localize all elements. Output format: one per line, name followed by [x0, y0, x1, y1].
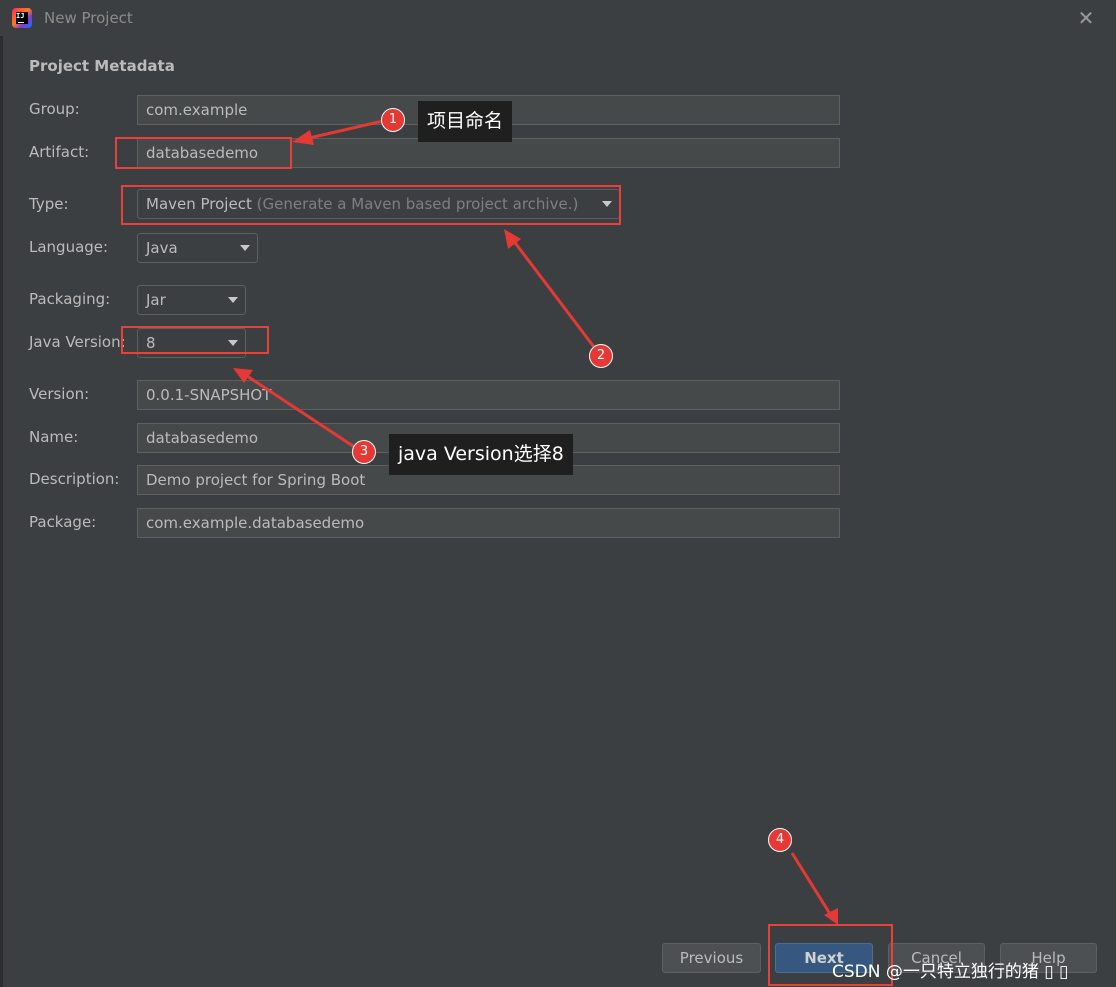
java-version-dropdown[interactable]: 8: [137, 328, 246, 358]
group-label: Group:: [29, 100, 80, 118]
section-title: Project Metadata: [29, 57, 175, 75]
callout-project-name: 项目命名: [418, 101, 513, 142]
package-field[interactable]: com.example.databasedemo: [137, 508, 840, 538]
type-dropdown[interactable]: Maven Project (Generate a Maven based pr…: [137, 189, 620, 219]
intellij-icon: IJ: [12, 8, 32, 28]
language-value: Java: [146, 239, 178, 257]
packaging-label: Packaging:: [29, 290, 111, 308]
close-icon[interactable]: ✕: [1076, 8, 1096, 28]
description-label: Description:: [29, 470, 120, 488]
type-hint: (Generate a Maven based project archive.…: [256, 195, 579, 213]
chevron-down-icon: [240, 245, 250, 251]
version-label: Version:: [29, 385, 90, 403]
packaging-value: Jar: [146, 291, 166, 309]
badge-1: 1: [381, 108, 405, 132]
app-icon-text: IJ: [16, 12, 25, 20]
arrow-2: [511, 239, 596, 348]
artifact-field[interactable]: databasedemo: [137, 138, 840, 168]
java-version-value: 8: [146, 334, 156, 352]
title-bar: IJ New Project ✕: [0, 0, 1116, 36]
csdn-watermark: CSDN @一只特立独行的猪 ▯ ▯: [832, 962, 1069, 982]
chevron-down-icon: [228, 297, 238, 303]
callout-java-version: java Version选择8: [389, 434, 573, 475]
badge-2: 2: [589, 344, 613, 368]
java-version-label: Java Version:: [29, 333, 126, 351]
left-edge: [0, 0, 3, 987]
arrow-4: [790, 852, 834, 918]
badge-3: 3: [352, 440, 376, 464]
language-dropdown[interactable]: Java: [137, 233, 258, 263]
name-label: Name:: [29, 428, 79, 446]
chevron-down-icon: [228, 340, 238, 346]
badge-4: 4: [768, 828, 792, 852]
language-label: Language:: [29, 238, 109, 256]
packaging-dropdown[interactable]: Jar: [137, 285, 246, 315]
previous-button[interactable]: Previous: [662, 943, 761, 973]
type-label: Type:: [29, 195, 69, 213]
type-value: Maven Project: [146, 195, 252, 213]
artifact-label: Artifact:: [29, 143, 90, 161]
window-title: New Project: [44, 9, 133, 27]
chevron-down-icon: [602, 201, 612, 207]
version-field[interactable]: 0.0.1-SNAPSHOT: [137, 380, 840, 410]
package-label: Package:: [29, 513, 97, 531]
